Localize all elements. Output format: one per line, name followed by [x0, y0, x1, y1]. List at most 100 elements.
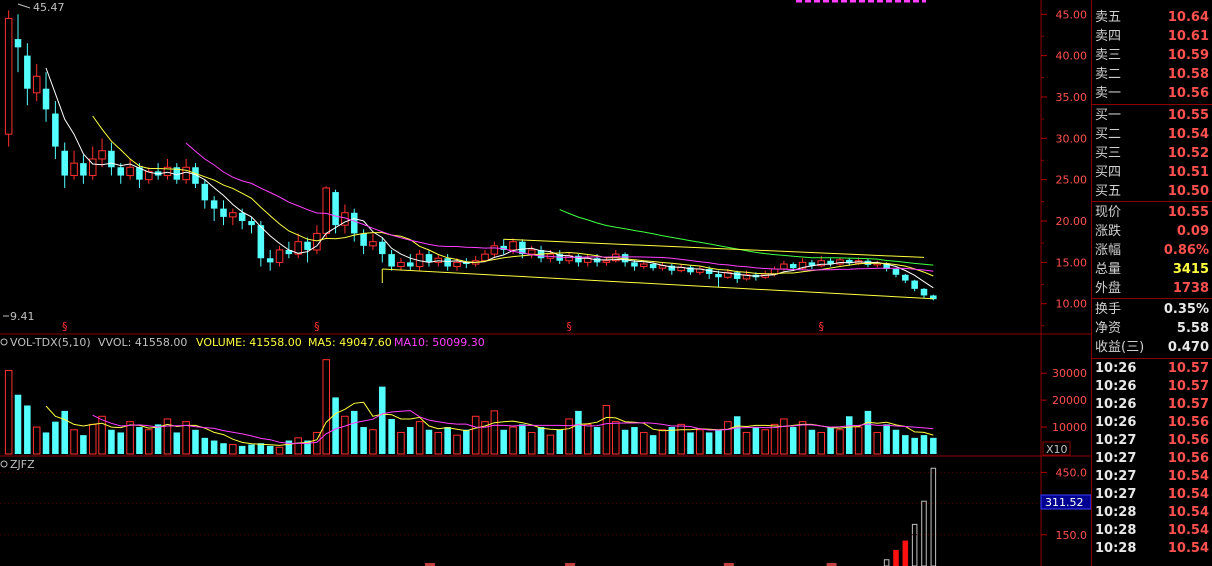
volume-bar [52, 421, 59, 454]
quote-stat-row[interactable]: 现价 10.55 [1092, 203, 1212, 222]
volume-bar [930, 437, 937, 454]
row-label: 外盘 [1095, 281, 1122, 296]
trade-tick-row: 10:26 10.56 [1092, 414, 1212, 432]
volume-bar [4, 369, 13, 455]
volume-bar [14, 394, 22, 454]
trade-tick-row: 10:27 10.54 [1092, 486, 1212, 504]
volume-bar [575, 410, 582, 454]
volume-bar [24, 405, 31, 454]
tick-time: 10:28 [1095, 505, 1137, 520]
volume-bar [864, 410, 872, 454]
fundamental-row[interactable]: 收益(三) 0.470 [1092, 338, 1212, 357]
volume-bar [379, 386, 386, 454]
volume-bar [294, 437, 302, 455]
volume-bar [360, 427, 367, 454]
volume-bar [350, 410, 358, 454]
row-value: 1738 [1172, 281, 1209, 296]
volume-bar [902, 435, 909, 454]
row-label: 卖一 [1095, 86, 1122, 101]
tick-time: 10:27 [1095, 487, 1137, 502]
quote-stat-row[interactable]: 外盘 1738 [1092, 279, 1212, 298]
row-value: 10.61 [1167, 29, 1209, 44]
volume-bar [733, 416, 741, 454]
tick-time: 10:27 [1095, 451, 1137, 466]
row-label: 卖五 [1095, 10, 1122, 25]
tick-time: 10:27 [1095, 469, 1137, 484]
tick-time: 10:26 [1095, 361, 1137, 376]
sell-row[interactable]: 卖三 10.59 [1092, 46, 1212, 65]
volume-bar [705, 432, 713, 454]
sell-row[interactable]: 卖五 10.64 [1092, 8, 1212, 27]
volume-bar [117, 432, 125, 454]
tick-price: 10.56 [1167, 415, 1209, 430]
volume-bar [434, 431, 443, 455]
trade-tick-row: 10:26 10.57 [1092, 360, 1212, 378]
zjfz-label: ZJFZ [10, 458, 35, 471]
volume-tick: 20000 [1052, 394, 1087, 407]
vvol-label: VVOL: 41558.00 [98, 336, 187, 349]
buy-row[interactable]: 买四 10.51 [1092, 163, 1212, 182]
tick-price: 10.56 [1167, 451, 1209, 466]
volume-bar [322, 359, 330, 455]
volume-bar [201, 437, 209, 454]
candle [4, 10, 13, 147]
price-tick: 45.00 [1056, 8, 1088, 21]
row-label: 收益(三) [1095, 340, 1145, 355]
tick-time: 10:28 [1095, 541, 1137, 556]
row-value: 10.51 [1167, 165, 1209, 180]
trade-tick-row: 10:26 10.57 [1092, 396, 1212, 414]
volume-bar [80, 435, 87, 454]
volume-bar [593, 427, 601, 454]
event-marker[interactable]: § [62, 320, 68, 333]
row-value: 10.55 [1167, 205, 1209, 220]
zjfz-tick: 450.0 [1056, 466, 1088, 479]
volume-bar [425, 429, 433, 454]
row-value: 10.56 [1167, 86, 1209, 101]
price-tick: 10.00 [1056, 298, 1088, 311]
volume-unit-label: X10 [1046, 443, 1068, 456]
volume-bar [836, 429, 844, 455]
volume-bar [463, 429, 470, 454]
volume-bar [173, 432, 181, 454]
volume-bar [527, 431, 536, 455]
volume-bar [668, 427, 676, 454]
row-label: 买一 [1095, 108, 1122, 123]
row-value: 10.64 [1167, 10, 1209, 25]
price-tick: 25.00 [1056, 174, 1088, 187]
sell-row[interactable]: 卖四 10.61 [1092, 27, 1212, 46]
zjfz-bar [883, 559, 890, 566]
volume-bar [537, 427, 545, 454]
tick-time: 10:26 [1095, 379, 1137, 394]
volume-bar [612, 421, 620, 455]
sell-row[interactable]: 卖一 10.56 [1092, 84, 1212, 103]
volume-bar [108, 429, 115, 454]
volume-bar [920, 435, 928, 454]
ma10-label: MA10: 50099.30 [394, 336, 485, 349]
trade-tick-row: 10:27 10.54 [1092, 468, 1212, 486]
zjfz-bar [911, 523, 918, 566]
volume-bar [883, 424, 890, 454]
buy-row[interactable]: 买二 10.54 [1092, 125, 1212, 144]
buy-row[interactable]: 买三 10.52 [1092, 144, 1212, 163]
fundamental-row[interactable]: 净资 5.58 [1092, 319, 1212, 338]
fundamental-row[interactable]: 换手 0.35% [1092, 300, 1212, 319]
buy-row[interactable]: 买一 10.55 [1092, 106, 1212, 125]
tick-time: 10:28 [1095, 523, 1137, 538]
quote-stat-row[interactable]: 总量 3415 [1092, 260, 1212, 279]
event-marker[interactable]: § [566, 320, 572, 333]
event-marker[interactable]: § [819, 320, 825, 333]
row-value: 3415 [1172, 262, 1209, 277]
ma5-label: MA5: 49047.60 [308, 336, 392, 349]
quote-stat-row[interactable]: 涨跌 0.09 [1092, 222, 1212, 241]
volume-bar [444, 427, 451, 454]
buy-row[interactable]: 买五 10.50 [1092, 182, 1212, 201]
tick-time: 10:26 [1095, 415, 1137, 430]
volume-bar [519, 424, 526, 454]
tick-price: 10.54 [1167, 541, 1209, 556]
sell-row[interactable]: 卖二 10.58 [1092, 65, 1212, 84]
quote-stat-row[interactable]: 涨幅 0.86% [1092, 241, 1212, 260]
zjfz-bar [902, 540, 909, 566]
volume-bar [715, 429, 722, 454]
event-marker[interactable]: § [314, 320, 320, 333]
kline-chart[interactable]: 45.47 9.41 45.00 40.00 35.00 30.00 25.00 20.0… [0, 0, 1091, 566]
